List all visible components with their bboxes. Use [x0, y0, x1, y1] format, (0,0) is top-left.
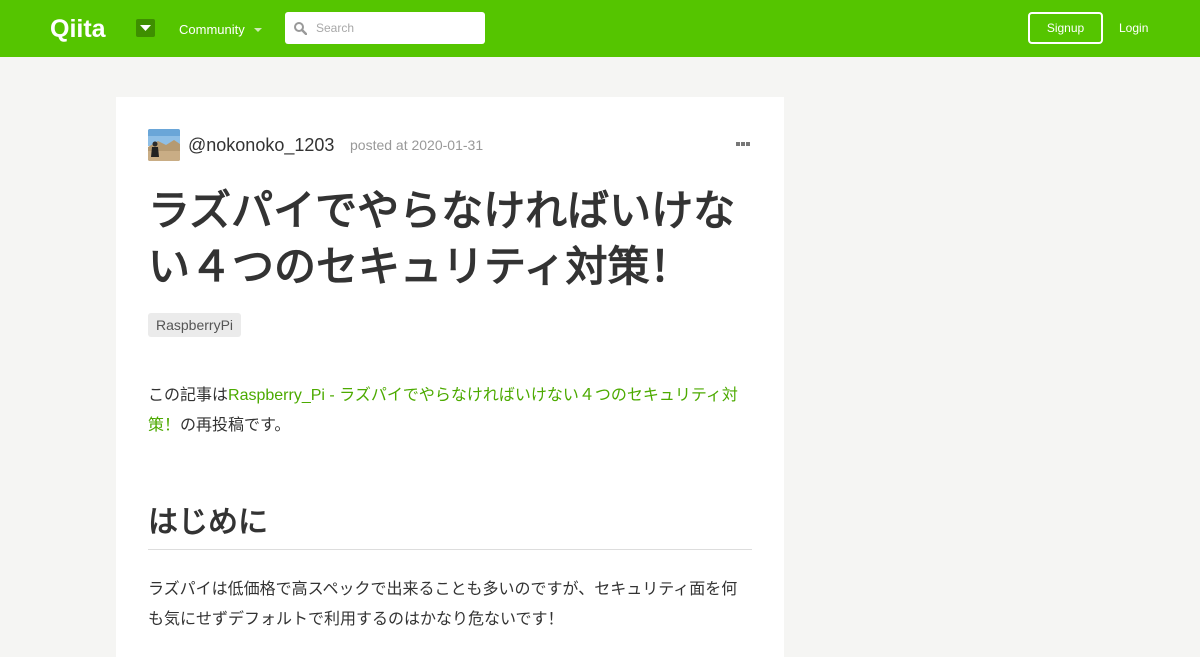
search-icon: [294, 22, 307, 35]
qiita-logo-icon: Qiita: [50, 15, 107, 43]
more-options-icon[interactable]: [736, 142, 750, 146]
article-title: ラズパイでやらなければいけない４つのセキュリティ対策！: [148, 187, 736, 290]
post-date: posted at 2020-01-31: [350, 137, 484, 153]
svg-text:Qiita: Qiita: [50, 15, 107, 43]
chevron-down-icon: [253, 27, 262, 32]
intro-prefix: この記事は: [148, 387, 229, 404]
search-input[interactable]: [316, 12, 476, 44]
logo-menu-button[interactable]: [136, 19, 155, 37]
tag-raspberrypi[interactable]: RaspberryPi: [148, 313, 242, 337]
qiita-logo[interactable]: Qiita: [50, 13, 126, 48]
signup-button[interactable]: Signup: [1028, 12, 1103, 44]
article-card: @nokonoko_1203 posted at 2020-01-31 ラズパイ…: [116, 97, 784, 657]
intro-paragraph: この記事はRaspberry_Pi - ラズパイでやらなければいけない４つのセキ…: [148, 381, 752, 441]
author-username[interactable]: @nokonoko_1203: [188, 135, 334, 156]
user-avatar-image: [148, 129, 180, 161]
login-link[interactable]: Login: [1119, 21, 1148, 35]
caret-down-icon: [140, 25, 151, 31]
search-box[interactable]: [285, 12, 485, 44]
top-navbar: Qiita Community Signup Login: [0, 0, 1200, 57]
body-paragraph: ラズパイは低価格で高スペックで出来ることも多いのですが、セキュリティ面を何も気に…: [148, 581, 738, 628]
community-label: Community: [179, 22, 245, 37]
intro-suffix: の再投稿です。: [180, 417, 291, 434]
avatar[interactable]: [148, 129, 180, 161]
community-dropdown[interactable]: Community: [179, 22, 262, 37]
section-heading: はじめに: [148, 503, 752, 550]
